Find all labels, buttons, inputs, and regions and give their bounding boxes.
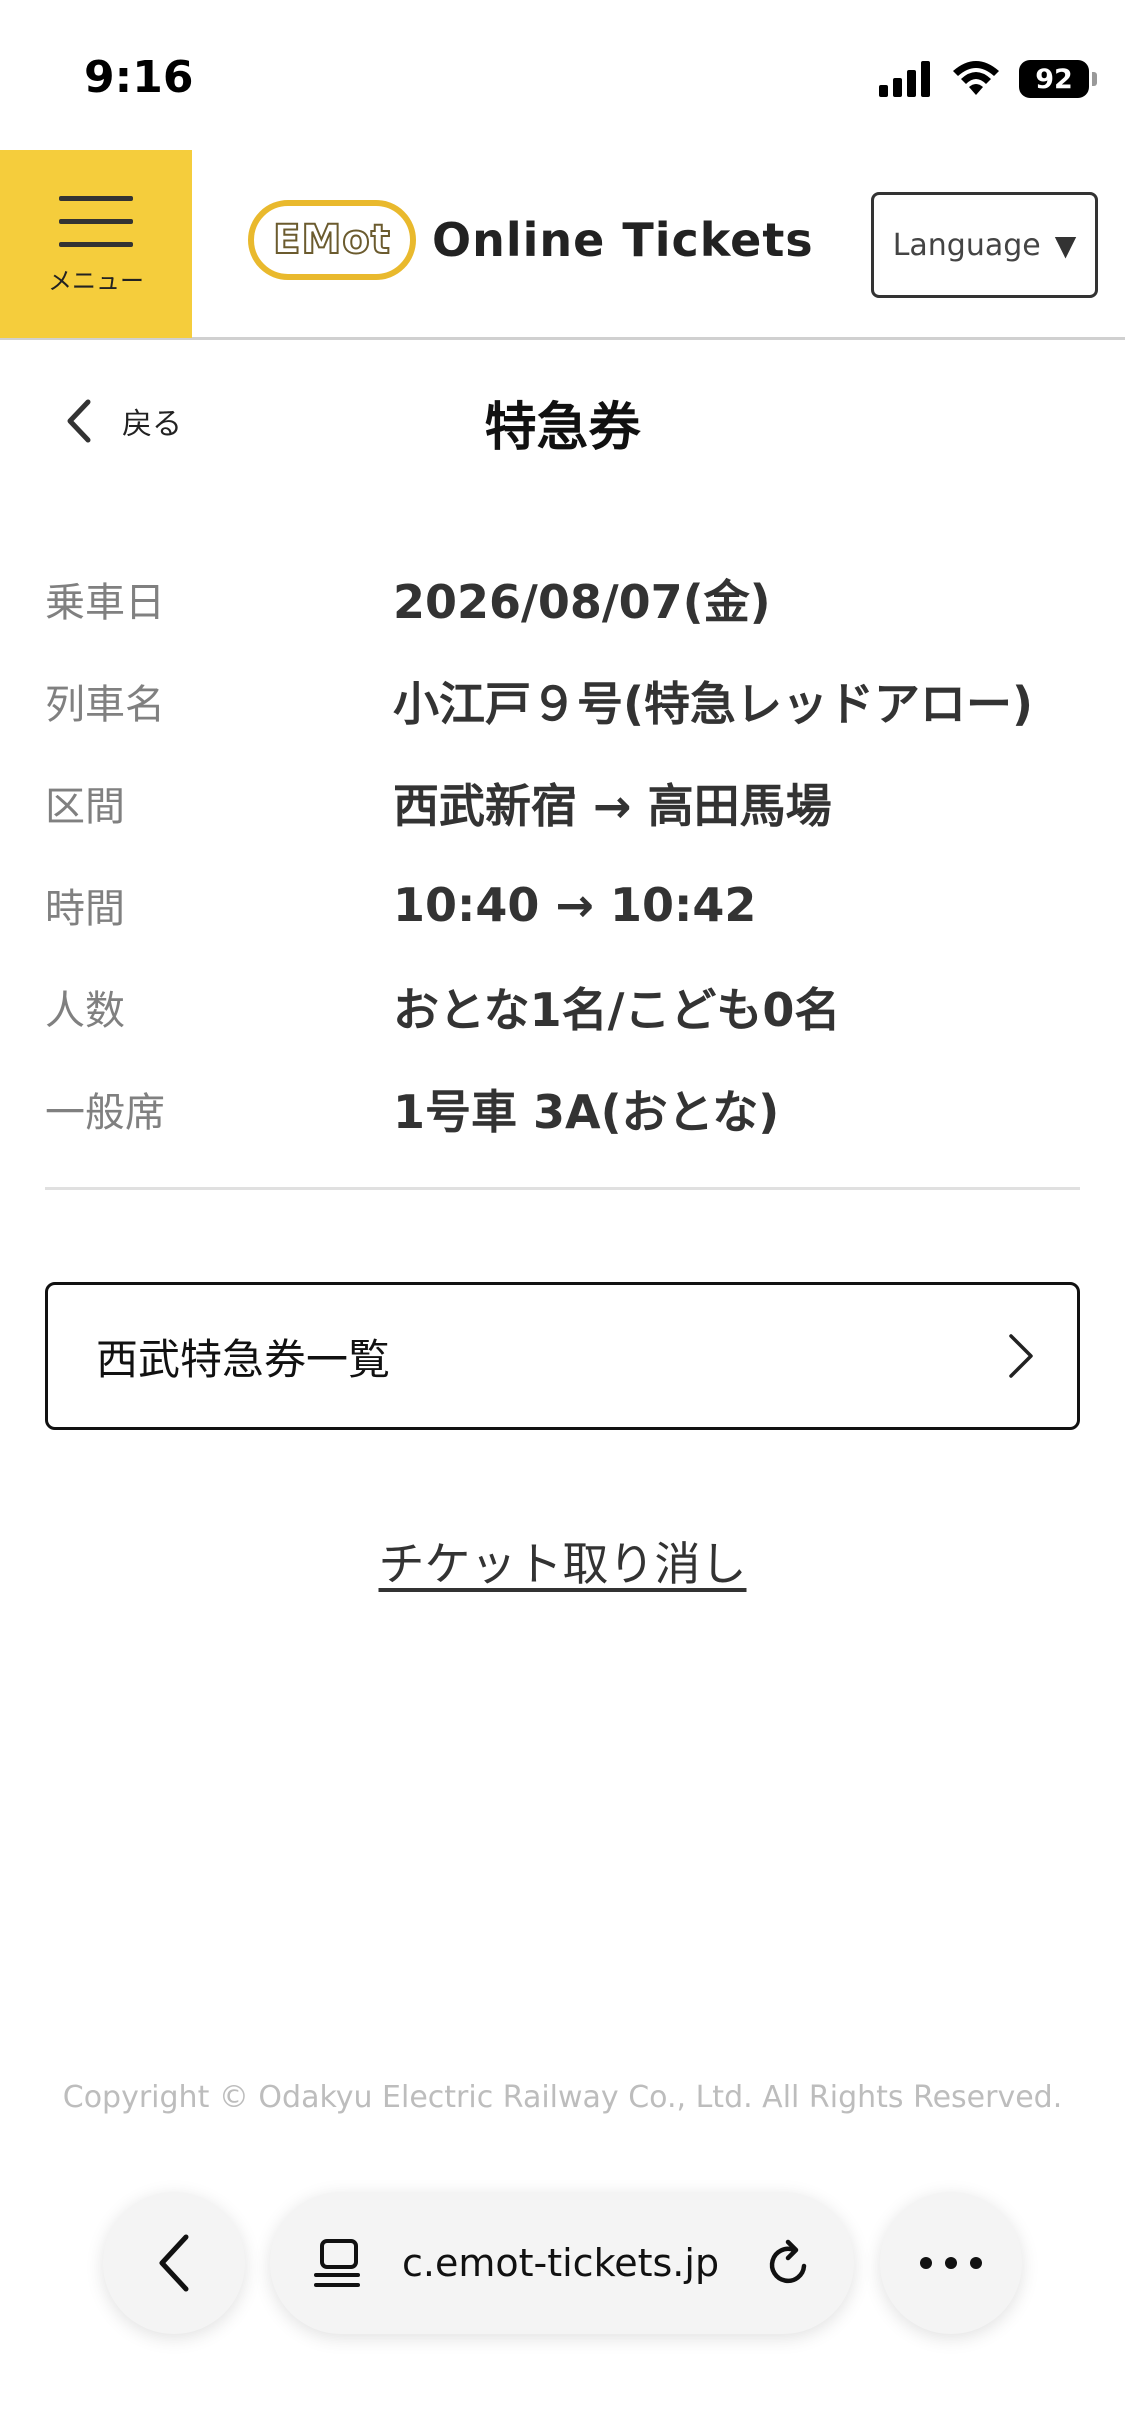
reload-icon[interactable] <box>764 2236 814 2290</box>
copyright-text: Copyright © Odakyu Electric Railway Co.,… <box>62 2080 1063 2115</box>
detail-value: 小江戸９号(特急レッドアロー) <box>393 677 1034 731</box>
menu-label: メニュー <box>48 267 144 295</box>
address-bar[interactable]: c.emot-tickets.jp <box>270 2192 854 2334</box>
cancel-ticket-link-wrap: チケット取り消し <box>0 1528 1125 1594</box>
url-text: c.emot-tickets.jp <box>402 2241 720 2285</box>
language-label: Language <box>892 227 1041 263</box>
status-bar: 9:16 92 <box>0 0 1125 150</box>
detail-label: 列車名 <box>45 682 165 728</box>
detail-value: 1号車 3A(おとな) <box>393 1085 780 1139</box>
browser-back-button[interactable] <box>103 2192 245 2334</box>
chevron-right-icon <box>1009 1334 1033 1378</box>
detail-label: 人数 <box>45 988 125 1034</box>
more-button[interactable] <box>880 2192 1022 2334</box>
chevron-left-icon <box>67 399 91 443</box>
logo-text: Online Tickets <box>432 213 814 267</box>
back-link[interactable]: 戻る <box>60 396 182 446</box>
detail-row: 一般席 1号車 3A(おとな) <box>45 1058 1080 1160</box>
detail-row: 人数 おとな1名/こども0名 <box>45 956 1080 1058</box>
detail-value: 10:40 → 10:42 <box>393 878 757 932</box>
ticket-details: 乗車日 2026/08/07(金) 列車名 小江戸９号(特急レッドアロー) 区間… <box>45 548 1080 1160</box>
hamburger-icon <box>59 196 133 265</box>
detail-value: 2026/08/07(金) <box>393 575 771 629</box>
cancel-ticket-link[interactable]: チケット取り消し <box>379 1537 747 1591</box>
site-logo[interactable]: EMot Online Tickets <box>248 200 814 280</box>
detail-value: おとな1名/こども0名 <box>393 983 841 1037</box>
page: 9:16 92 メニュー EMot Online Tickets Languag… <box>0 0 1125 2436</box>
battery-indicator: 92 <box>1019 60 1097 98</box>
signal-icon <box>879 61 930 97</box>
status-time: 9:16 <box>84 52 194 103</box>
detail-row: 区間 西武新宿 → 高田馬場 <box>45 752 1080 854</box>
detail-value: 西武新宿 → 高田馬場 <box>393 779 832 833</box>
menu-button[interactable]: メニュー <box>0 150 192 338</box>
detail-row: 乗車日 2026/08/07(金) <box>45 548 1080 650</box>
browser-toolbar: c.emot-tickets.jp <box>0 2180 1125 2436</box>
battery-level: 92 <box>1035 63 1073 95</box>
chevron-left-icon <box>159 2234 189 2292</box>
more-dots-icon <box>920 2257 982 2269</box>
divider <box>45 1187 1080 1190</box>
logo-badge: EMot <box>248 200 416 280</box>
detail-label: 乗車日 <box>45 580 165 626</box>
caret-down-icon: ▼ <box>1054 228 1077 262</box>
detail-row: 列車名 小江戸９号(特急レッドアロー) <box>45 650 1080 752</box>
express-ticket-list-button[interactable]: 西武特急券一覧 <box>45 1282 1080 1430</box>
detail-row: 時間 10:40 → 10:42 <box>45 854 1080 956</box>
detail-label: 区間 <box>45 784 125 830</box>
site-header: メニュー EMot Online Tickets Language ▼ <box>0 150 1125 340</box>
language-button[interactable]: Language ▼ <box>871 192 1098 298</box>
detail-label: 一般席 <box>45 1090 165 1136</box>
status-icons: 92 <box>879 60 1097 98</box>
tabs-icon <box>314 2239 360 2287</box>
back-label: 戻る <box>122 407 182 442</box>
list-button-label: 西武特急券一覧 <box>96 1334 391 1384</box>
wifi-icon <box>953 61 999 95</box>
detail-label: 時間 <box>45 886 125 932</box>
